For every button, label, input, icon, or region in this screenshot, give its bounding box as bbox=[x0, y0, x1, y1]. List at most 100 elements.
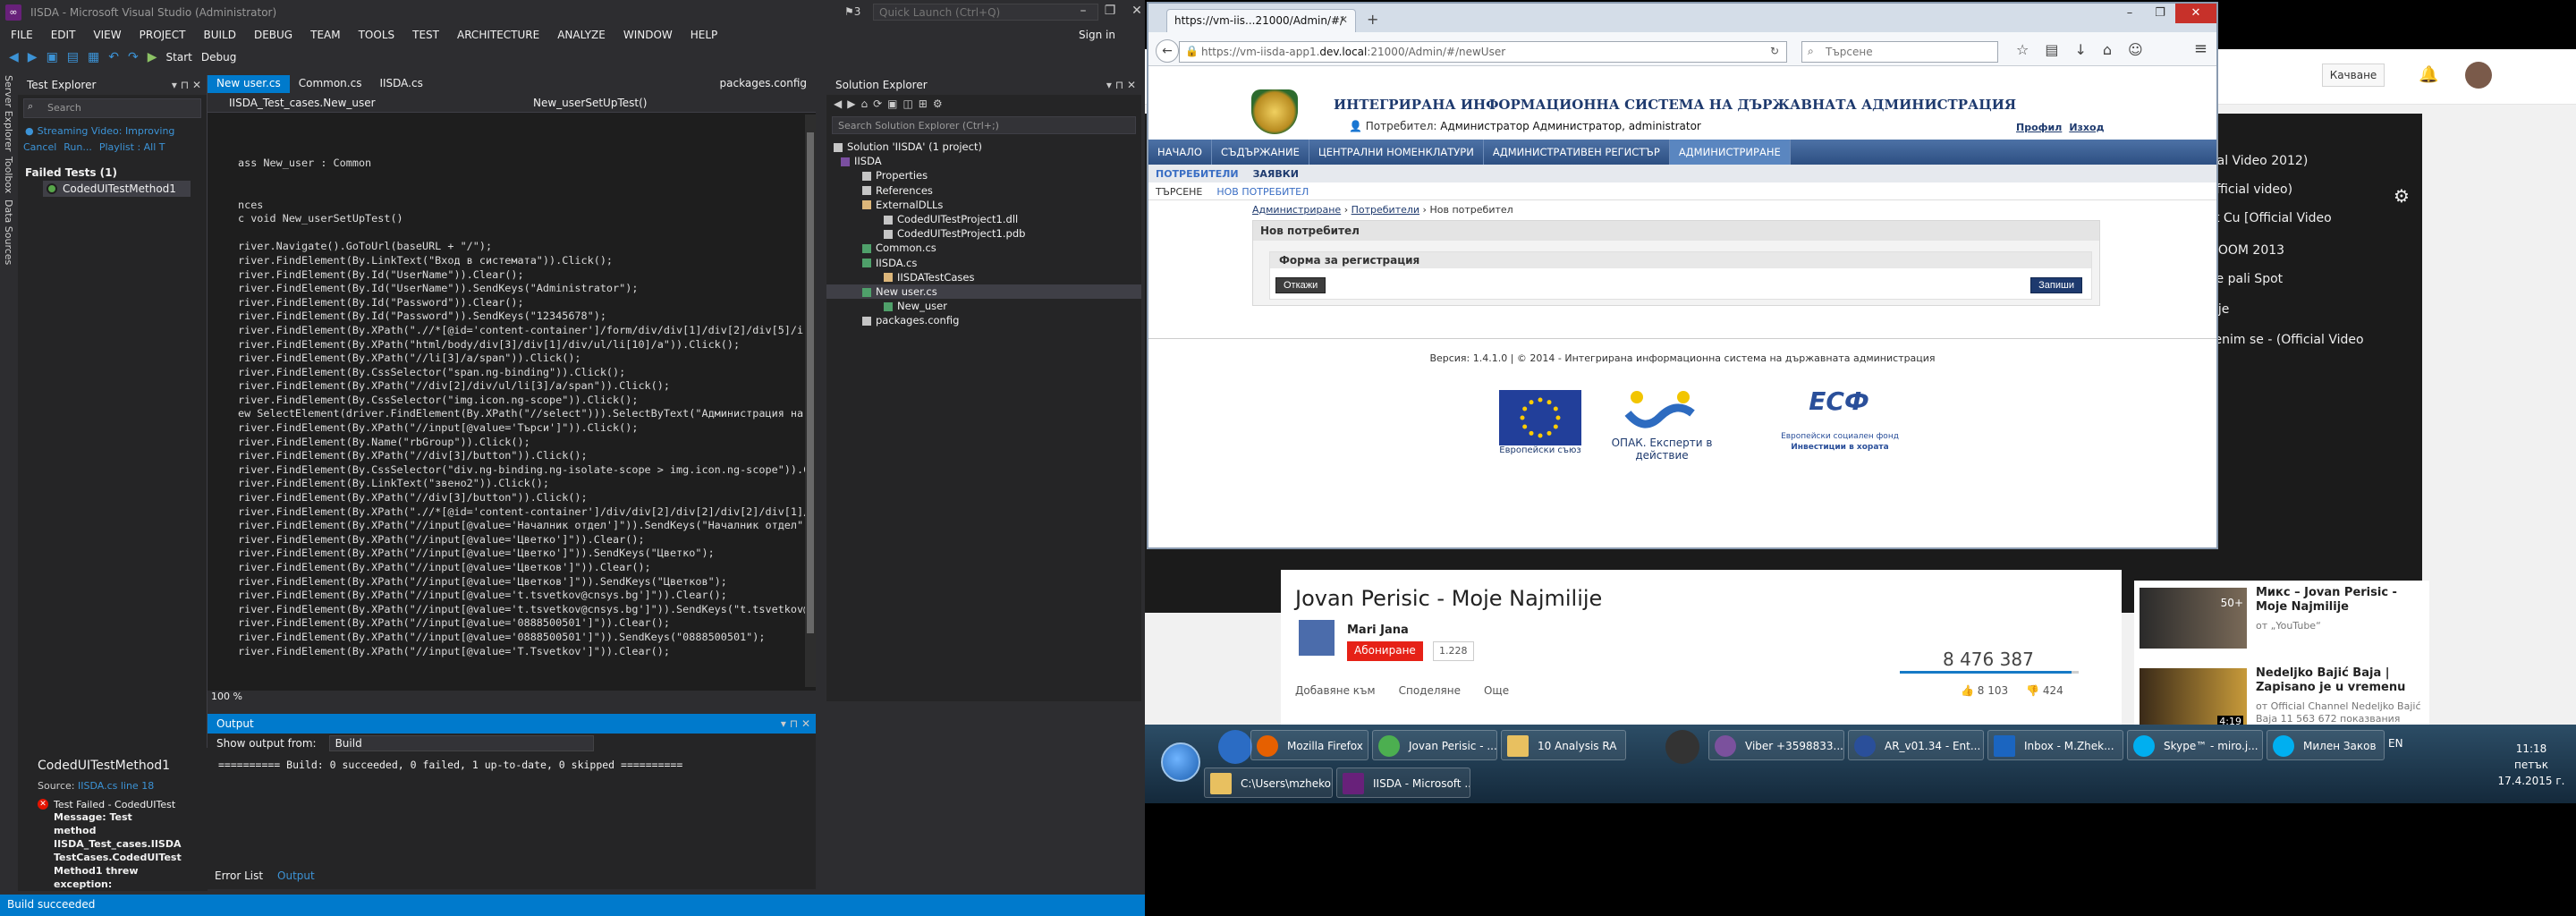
code-line[interactable]: river.FindElement(By.XPath("//input[@val… bbox=[238, 547, 807, 561]
code-line[interactable]: river.FindElement(By.XPath("//input[@val… bbox=[238, 658, 807, 660]
code-line[interactable]: river.FindElement(By.LinkText("звено2"))… bbox=[238, 477, 807, 491]
submenu-requests[interactable]: ЗАЯВКИ bbox=[1246, 165, 1306, 182]
menu-tools[interactable]: TOOLS bbox=[350, 29, 404, 41]
code-line[interactable] bbox=[238, 114, 807, 129]
solution-tree-item[interactable]: ExternalDLLs bbox=[826, 198, 1141, 212]
save-icon[interactable]: ▦ bbox=[88, 50, 99, 64]
editor-scrollbar[interactable] bbox=[805, 114, 816, 687]
forward-icon[interactable]: ▶ bbox=[28, 50, 38, 64]
code-line[interactable]: river.FindElement(By.Id("UserName")).Sen… bbox=[238, 282, 807, 296]
side-tab-toolbox[interactable]: Toolbox bbox=[3, 157, 14, 193]
code-line[interactable]: river.FindElement(By.Id("UserName")).Cle… bbox=[238, 268, 807, 283]
bell-icon[interactable]: 🔔 bbox=[2419, 65, 2438, 84]
solution-tree-item[interactable]: References bbox=[826, 183, 1141, 198]
member-dropdown[interactable]: New_userSetUpTest() bbox=[503, 97, 647, 109]
code-line[interactable]: river.FindElement(By.XPath("//input[@val… bbox=[238, 561, 807, 575]
reload-icon[interactable]: ↻ bbox=[1770, 45, 1779, 57]
solution-tree-item[interactable]: CodedUITestProject1.dll bbox=[826, 212, 1141, 226]
chat-icon[interactable]: ☺ bbox=[2128, 41, 2143, 58]
tab-packages-config[interactable]: packages.config bbox=[711, 75, 816, 93]
taskbar-firefox[interactable]: Mozilla Firefox bbox=[1250, 730, 1368, 760]
language-indicator[interactable]: EN bbox=[2388, 737, 2403, 750]
taskbar-chrome[interactable]: Jovan Perisic - ... bbox=[1372, 730, 1497, 760]
ie-icon[interactable] bbox=[1218, 730, 1252, 764]
code-line[interactable] bbox=[238, 226, 807, 241]
class-dropdown[interactable]: IISDA_Test_cases.New_user bbox=[208, 97, 503, 109]
menu-icon[interactable]: ≡ bbox=[2194, 39, 2207, 58]
code-line[interactable]: river.FindElement(By.Name("rbGroup")).Cl… bbox=[238, 436, 807, 450]
code-line[interactable]: river.FindElement(By.CssSelector("div.ng… bbox=[238, 463, 807, 478]
code-line[interactable]: river.FindElement(By.XPath(".//*[@id='co… bbox=[238, 324, 807, 338]
start-icon[interactable]: ▶ bbox=[148, 50, 157, 64]
tab-common-cs[interactable]: Common.cs bbox=[290, 75, 371, 93]
browser-tab[interactable]: https://vm-iis...21000/Admin/#/✕ bbox=[1166, 9, 1356, 32]
undo-icon[interactable]: ↶ bbox=[108, 50, 119, 64]
code-line[interactable]: river.FindElement(By.XPath("//input[@val… bbox=[238, 575, 807, 589]
recommendation-item[interactable]: 50+ Микс – Jovan Perisic - Moje Najmilij… bbox=[2134, 581, 2429, 661]
save-button[interactable]: Запиши bbox=[2030, 277, 2082, 293]
menu-team[interactable]: TEAM bbox=[301, 29, 349, 41]
code-line[interactable]: river.Navigate().GoToUrl(baseURL + "/"); bbox=[238, 240, 807, 254]
close-button[interactable]: ✕ bbox=[1123, 0, 1145, 21]
close-tab-icon[interactable]: ✕ bbox=[1339, 13, 1348, 26]
code-line[interactable]: ew SelectElement(driver.FindElement(By.X… bbox=[238, 407, 807, 421]
new-tab-icon[interactable]: + bbox=[1367, 11, 1378, 28]
solution-tree-item[interactable]: Common.cs bbox=[826, 241, 1141, 255]
solution-tree-item[interactable]: New user.cs bbox=[826, 284, 1141, 300]
code-line[interactable]: c void New_userSetUpTest() bbox=[238, 212, 807, 226]
tab-iisda-cs[interactable]: IISDA.cs bbox=[370, 75, 431, 93]
upload-button[interactable]: Качване bbox=[2322, 64, 2385, 87]
menu-file[interactable]: FILE bbox=[2, 29, 42, 41]
quick-launch-input[interactable] bbox=[873, 4, 1098, 21]
taskbar-skype[interactable]: Skype™ - miro.j... bbox=[2127, 730, 2263, 760]
taskbar-viber[interactable]: Viber +3598833... bbox=[1708, 730, 1844, 760]
menu-home[interactable]: НАЧАЛО bbox=[1148, 140, 1212, 165]
code-line[interactable]: river.FindElement(By.XPath("//li[3]/a/sp… bbox=[238, 352, 807, 366]
close-icon[interactable]: ▾ ⊓ ✕ bbox=[781, 714, 810, 734]
solution-tree-item[interactable]: packages.config bbox=[826, 313, 1141, 327]
sign-in-link[interactable]: Sign in bbox=[1070, 29, 1124, 41]
source-link[interactable]: IISDA.cs line 18 bbox=[78, 780, 154, 792]
code-text[interactable]: ass New_user : Common nces c void New_use… bbox=[238, 114, 807, 660]
code-line[interactable]: river.FindElement(By.XPath("//input[@val… bbox=[238, 421, 807, 436]
start-button[interactable]: Start bbox=[166, 51, 192, 64]
output-source-select[interactable]: Build bbox=[328, 735, 594, 751]
submenu-users[interactable]: ПОТРЕБИТЕЛИ bbox=[1148, 165, 1246, 182]
menu-nomenclatures[interactable]: ЦЕНТРАЛНИ НОМЕНКЛАТУРИ bbox=[1309, 140, 1484, 165]
menu-admin-register[interactable]: АДМИНИСТРАТИВЕН РЕГИСТЪР bbox=[1484, 140, 1670, 165]
cancel-button[interactable]: Откажи bbox=[1275, 277, 1326, 293]
code-line[interactable] bbox=[238, 184, 807, 199]
channel-name[interactable]: Mari Jana bbox=[1347, 623, 1409, 637]
code-line[interactable]: river.FindElement(By.XPath("//div[3]/but… bbox=[238, 449, 807, 463]
code-line[interactable] bbox=[238, 170, 807, 184]
side-tab-data-sources[interactable]: Data Sources bbox=[3, 199, 14, 265]
zoom-level[interactable]: 100 % bbox=[208, 691, 816, 703]
start-button[interactable] bbox=[1161, 742, 1200, 782]
side-tab-server-explorer[interactable]: Server Explorer bbox=[3, 75, 14, 151]
run-link[interactable]: Run... bbox=[64, 141, 92, 156]
code-line[interactable]: river.FindElement(By.XPath("//input[@val… bbox=[238, 631, 807, 645]
close-button[interactable]: ✕ bbox=[2175, 4, 2216, 23]
bookmark-star-icon[interactable]: ☆ bbox=[2016, 41, 2029, 58]
redo-icon[interactable]: ↷ bbox=[128, 50, 139, 64]
code-line[interactable]: river.FindElement(By.XPath("//input[@val… bbox=[238, 616, 807, 631]
code-line[interactable]: river.FindElement(By.XPath("//input[@val… bbox=[238, 533, 807, 547]
code-line[interactable]: river.FindElement(By.XPath("//div[2]/div… bbox=[238, 379, 807, 394]
taskbar-explorer[interactable]: C:\Users\mzheko... bbox=[1204, 768, 1333, 798]
menu-content[interactable]: СЪДЪРЖАНИЕ bbox=[1212, 140, 1309, 165]
code-line[interactable]: river.FindElement(By.XPath("//input[@val… bbox=[238, 519, 807, 533]
tab-new-user-cs[interactable]: New user.cs bbox=[208, 75, 290, 93]
code-line[interactable]: ass New_user : Common bbox=[238, 157, 807, 171]
tab-output[interactable]: Output bbox=[270, 868, 322, 886]
solution-tree-item[interactable]: New_user bbox=[826, 299, 1141, 313]
failed-tests-header[interactable]: Failed Tests (1) bbox=[25, 166, 199, 179]
home-icon[interactable]: ⌂ bbox=[2103, 41, 2112, 58]
menu-build[interactable]: BUILD bbox=[194, 29, 244, 41]
code-line[interactable]: river.FindElement(By.XPath("//input[@val… bbox=[238, 645, 807, 659]
url-bar[interactable]: 🔒 https://vm-iisda-app1.dev.local:21000/A… bbox=[1179, 41, 1787, 63]
maximize-button[interactable]: ❐ bbox=[2145, 4, 2175, 23]
menu-debug[interactable]: DEBUG bbox=[245, 29, 301, 41]
code-line[interactable]: river.FindElement(By.Id("Password")).Sen… bbox=[238, 310, 807, 324]
taskbar-skype-chat[interactable]: Милен Заков bbox=[2267, 730, 2385, 760]
menu-help[interactable]: HELP bbox=[682, 29, 727, 41]
